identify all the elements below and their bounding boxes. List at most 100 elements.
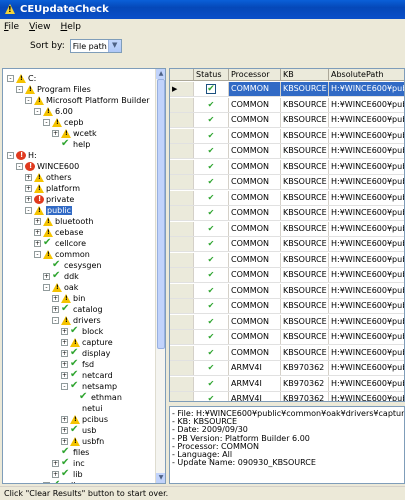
expand-icon[interactable]: + xyxy=(25,185,32,192)
folder-tree[interactable]: -C:-Program Files-Microsoft Platform Bui… xyxy=(2,68,166,484)
tree-node[interactable]: + private xyxy=(25,194,74,205)
tree-node[interactable]: - Microsoft Platform Builder xyxy=(25,95,150,106)
table-row[interactable]: ✔ COMMONKBSOURCEH:¥WINCE600¥public¥co xyxy=(170,283,404,299)
table-row[interactable]: ✔ COMMONKBSOURCEH:¥WINCE600¥public¥co xyxy=(170,128,404,144)
current-row-arrow-icon[interactable]: ▶ xyxy=(170,82,194,96)
tree-node[interactable]: - Program Files xyxy=(16,84,91,95)
table-row[interactable]: ✔ ARMV4IKB970362H:¥WINCE600¥public¥co xyxy=(170,376,404,392)
collapse-icon[interactable]: - xyxy=(25,97,32,104)
tree-node[interactable]: - common xyxy=(34,249,90,260)
collapse-icon[interactable]: - xyxy=(43,119,50,126)
expand-icon[interactable]: + xyxy=(61,372,68,379)
table-row[interactable]: ✔ COMMONKBSOURCEH:¥WINCE600¥public¥co xyxy=(170,206,404,221)
tree-node[interactable]: - netsamp xyxy=(61,380,117,392)
tree-node[interactable]: help xyxy=(52,138,90,150)
tree-node[interactable]: + others xyxy=(25,172,71,183)
chevron-down-icon[interactable]: ▼ xyxy=(107,40,121,52)
table-row[interactable]: ✔ COMMONKBSOURCEH:¥WINCE600¥public¥co xyxy=(170,113,404,128)
row-header[interactable] xyxy=(170,376,194,391)
column-header-absolutepath[interactable]: AbsolutePath xyxy=(329,69,404,80)
row-header[interactable] xyxy=(170,159,194,174)
table-row[interactable]: ▶ ✔ COMMONKBSOURCEH:¥WINCE600¥public¥co xyxy=(170,82,404,97)
scroll-up-icon[interactable]: ▲ xyxy=(156,69,165,79)
table-row[interactable]: ✔ COMMONKBSOURCEH:¥WINCE600¥public¥co xyxy=(170,330,404,345)
row-header[interactable] xyxy=(170,128,194,143)
tree-node[interactable]: + capture xyxy=(61,337,113,348)
tree-node[interactable]: + netcard xyxy=(61,369,113,381)
table-row[interactable]: ✔ COMMONKBSOURCEH:¥WINCE600¥public¥co xyxy=(170,159,404,175)
expand-icon[interactable]: + xyxy=(61,339,68,346)
table-row[interactable]: ✔ COMMONKBSOURCEH:¥WINCE600¥public¥co xyxy=(170,345,404,361)
tree-node[interactable]: + wcetk xyxy=(52,128,97,139)
expand-icon[interactable]: + xyxy=(25,174,32,181)
row-header[interactable] xyxy=(170,268,194,282)
row-header[interactable] xyxy=(170,345,194,360)
tree-node[interactable]: - 6.00 xyxy=(34,106,73,117)
table-row[interactable]: ✔ ARMV4IKB970362H:¥WINCE600¥public¥co xyxy=(170,361,404,376)
row-header[interactable] xyxy=(170,283,194,298)
expand-icon[interactable]: + xyxy=(52,460,59,467)
collapse-icon[interactable]: - xyxy=(34,108,41,115)
tree-node[interactable]: netui xyxy=(61,403,102,414)
tree-node[interactable]: - WINCE600 xyxy=(16,161,79,172)
expand-icon[interactable]: + xyxy=(34,240,41,247)
tree-node[interactable]: files xyxy=(52,446,89,458)
table-row[interactable]: ✔ COMMONKBSOURCEH:¥WINCE600¥public¥co xyxy=(170,221,404,237)
tree-node[interactable]: - public xyxy=(25,205,73,216)
table-row[interactable]: ✔ COMMONKBSOURCEH:¥WINCE600¥public¥co xyxy=(170,190,404,206)
row-header[interactable] xyxy=(170,97,194,112)
table-row[interactable]: ✔ COMMONKBSOURCEH:¥WINCE600¥public¥co xyxy=(170,97,404,113)
tree-node[interactable]: + display xyxy=(61,347,110,359)
row-header[interactable] xyxy=(170,113,194,127)
tree-node[interactable]: + catalog xyxy=(52,303,103,315)
tree-node[interactable]: + usb xyxy=(61,424,96,436)
collapse-icon[interactable]: - xyxy=(34,251,41,258)
table-row[interactable]: ✔ COMMONKBSOURCEH:¥WINCE600¥public¥co xyxy=(170,252,404,268)
scroll-down-icon[interactable]: ▼ xyxy=(156,473,165,483)
scroll-thumb[interactable] xyxy=(157,79,165,349)
collapse-icon[interactable]: - xyxy=(25,207,32,214)
table-row[interactable]: ✔ COMMONKBSOURCEH:¥WINCE600¥public¥co xyxy=(170,268,404,283)
sort-select[interactable]: File path ▼ xyxy=(69,39,122,53)
expand-icon[interactable]: + xyxy=(52,295,59,302)
tree-node[interactable]: + platform xyxy=(25,183,80,194)
menu-view[interactable]: View xyxy=(29,22,50,32)
row-header[interactable] xyxy=(170,361,194,375)
collapse-icon[interactable]: - xyxy=(7,152,14,159)
tree-node[interactable]: + cellcore xyxy=(34,237,86,249)
row-header[interactable] xyxy=(170,392,194,401)
tree-node[interactable]: + cebase xyxy=(34,227,83,238)
table-row[interactable]: ✔ COMMONKBSOURCEH:¥WINCE600¥public¥co xyxy=(170,299,404,314)
expand-icon[interactable]: + xyxy=(61,350,68,357)
expand-icon[interactable]: + xyxy=(61,438,68,445)
expand-icon[interactable]: + xyxy=(43,482,50,483)
tree-node[interactable]: + pcibus xyxy=(61,414,108,425)
row-header[interactable] xyxy=(170,299,194,313)
expand-icon[interactable]: + xyxy=(61,361,68,368)
collapse-icon[interactable]: - xyxy=(7,75,14,82)
table-row[interactable]: ✔ COMMONKBSOURCEH:¥WINCE600¥public¥co xyxy=(170,314,404,330)
expand-icon[interactable]: + xyxy=(61,427,68,434)
expand-icon[interactable]: + xyxy=(34,218,41,225)
menu-help[interactable]: Help xyxy=(60,22,81,32)
table-row[interactable]: ✔ COMMONKBSOURCEH:¥WINCE600¥public¥co xyxy=(170,237,404,252)
table-row[interactable]: ✔ COMMONKBSOURCEH:¥WINCE600¥public¥co xyxy=(170,175,404,190)
row-header[interactable] xyxy=(170,206,194,220)
tree-node[interactable]: + bluetooth xyxy=(34,216,93,227)
collapse-icon[interactable]: - xyxy=(61,383,68,390)
tree-node[interactable]: + ddk xyxy=(43,270,79,282)
expand-icon[interactable]: + xyxy=(52,130,59,137)
collapse-icon[interactable]: - xyxy=(43,284,50,291)
results-grid[interactable]: Status Processor KB AbsolutePath ▶ ✔ COMMO… xyxy=(169,68,405,402)
row-header[interactable] xyxy=(170,190,194,205)
tree-node[interactable]: - cepb xyxy=(43,117,83,128)
collapse-icon[interactable]: - xyxy=(52,317,59,324)
tree-scrollbar[interactable]: ▲ ▼ xyxy=(155,69,165,483)
expand-icon[interactable]: + xyxy=(52,306,59,313)
menu-file[interactable]: File xyxy=(4,22,19,32)
expand-icon[interactable]: + xyxy=(25,196,32,203)
expand-icon[interactable]: + xyxy=(34,229,41,236)
collapse-icon[interactable]: - xyxy=(16,163,23,170)
column-header-kb[interactable]: KB xyxy=(281,69,329,80)
row-header[interactable] xyxy=(170,314,194,329)
